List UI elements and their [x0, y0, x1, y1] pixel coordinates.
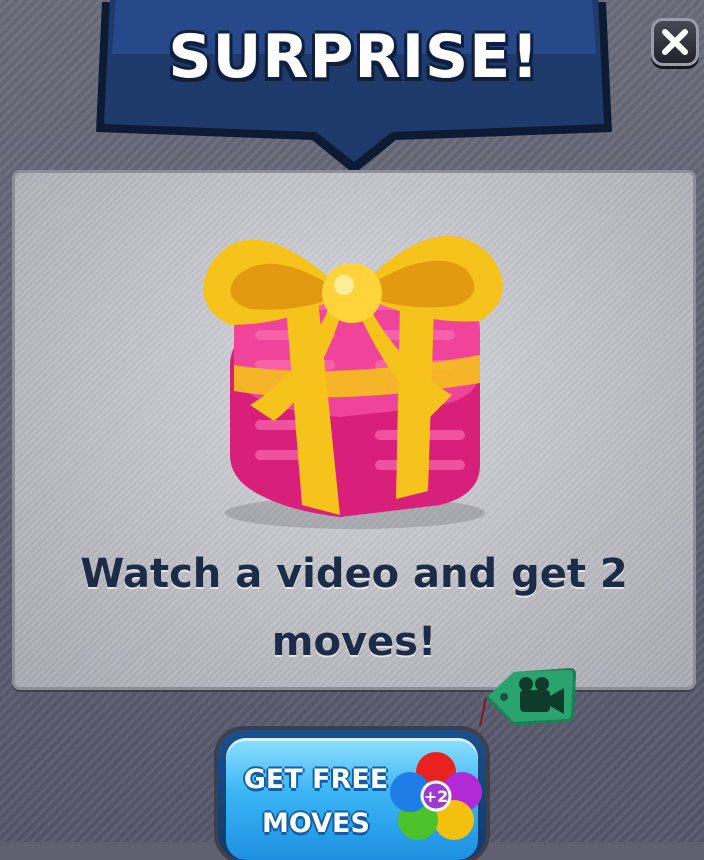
colored-orbs-icon: +2 [390, 752, 482, 840]
gift-box-icon [203, 236, 503, 529]
get-free-moves-button[interactable]: GET FREE MOVES +2 [218, 730, 486, 860]
button-label: GET FREE MOVES [243, 764, 389, 839]
popup-title: SURPRISE! [168, 22, 540, 92]
moves-badge: +2 [424, 787, 449, 806]
reward-message: Watch a video and get 2 moves! [80, 551, 628, 665]
video-camera-icon [479, 668, 576, 727]
close-x-icon [662, 29, 688, 55]
close-button[interactable] [651, 18, 699, 66]
